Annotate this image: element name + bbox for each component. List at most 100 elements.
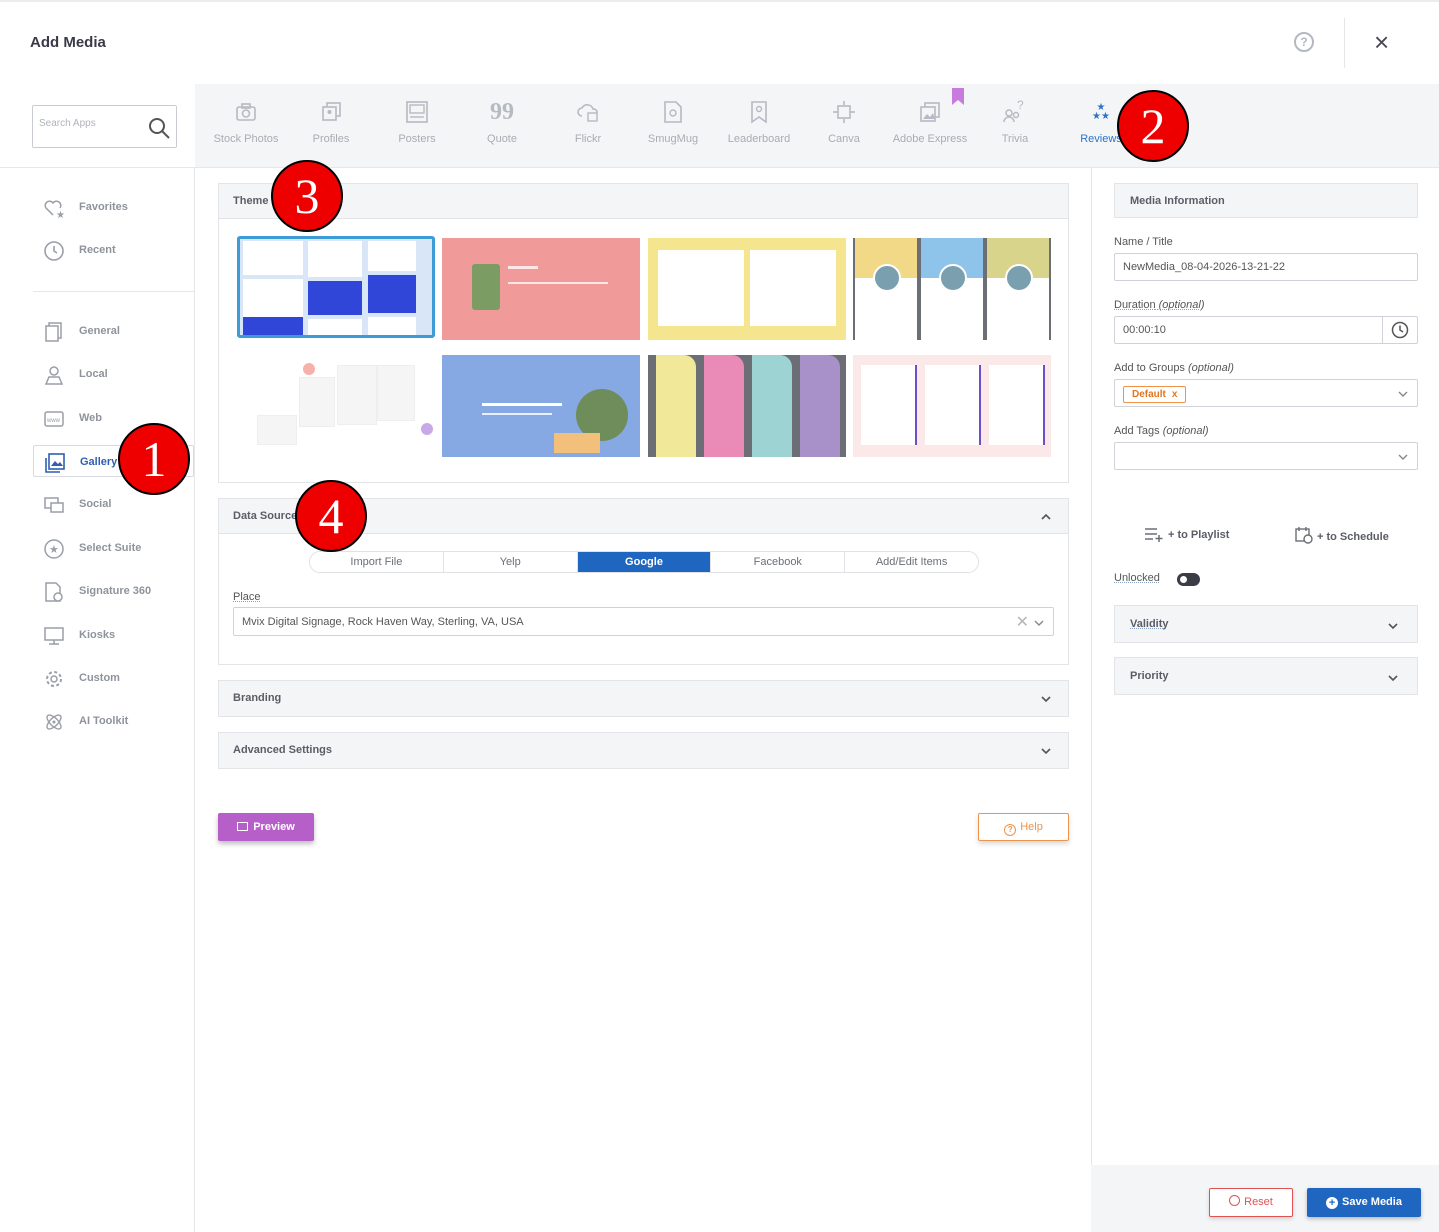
add-to-playlist-button[interactable]: + to Playlist bbox=[1144, 526, 1229, 542]
theme-thumbnail-5[interactable] bbox=[237, 355, 435, 457]
priority-accordion[interactable]: Priority bbox=[1114, 657, 1418, 695]
app-label: Adobe Express bbox=[892, 133, 968, 145]
app-label: Flickr bbox=[574, 133, 602, 145]
tab-import-file[interactable]: Import File bbox=[310, 552, 444, 572]
validity-accordion[interactable]: Validity bbox=[1114, 605, 1418, 643]
tags-label-text: Add Tags bbox=[1114, 425, 1160, 437]
plus-circle-icon: + bbox=[1326, 1197, 1339, 1209]
sidebar-item-social[interactable]: Social bbox=[33, 488, 194, 520]
place-select[interactable]: Mvix Digital Signage, Rock Haven Way, St… bbox=[233, 607, 1054, 636]
header-divider bbox=[1344, 18, 1345, 68]
gallery-icon bbox=[45, 453, 65, 473]
app-leaderboard[interactable]: Leaderboard bbox=[719, 97, 799, 145]
sidebar-item-local[interactable]: Local bbox=[33, 358, 194, 390]
tab-google[interactable]: Google bbox=[577, 552, 712, 572]
theme-thumbnail-3[interactable] bbox=[648, 238, 846, 340]
close-icon[interactable]: × bbox=[1374, 29, 1389, 55]
app-stock-photos[interactable]: Stock Photos bbox=[206, 97, 286, 145]
unlocked-label: Unlocked bbox=[1114, 572, 1160, 584]
sidebar-item-select-suite[interactable]: ★ Select Suite bbox=[33, 532, 194, 564]
chevron-down-icon[interactable] bbox=[1397, 388, 1409, 400]
app-profiles[interactable]: Profiles bbox=[291, 97, 371, 145]
svg-text:★: ★ bbox=[49, 544, 59, 556]
duration-picker[interactable] bbox=[1382, 317, 1417, 343]
remove-tag-icon[interactable]: x bbox=[1172, 389, 1178, 400]
reset-button[interactable]: Reset bbox=[1209, 1188, 1293, 1217]
app-smugmug[interactable]: SmugMug bbox=[633, 97, 713, 145]
leaderboard-icon bbox=[751, 101, 767, 124]
duration-value: 00:00:10 bbox=[1123, 324, 1166, 336]
kiosk-icon bbox=[44, 627, 64, 645]
posters-icon bbox=[406, 101, 428, 123]
search-box[interactable] bbox=[32, 105, 177, 148]
groups-select[interactable]: Default x bbox=[1114, 379, 1418, 407]
svg-text:★: ★ bbox=[56, 210, 65, 219]
chevron-down-icon[interactable] bbox=[1040, 745, 1052, 757]
group-tag: Default x bbox=[1123, 386, 1187, 403]
media-info-panel: Media Information Name / Title NewMedia_… bbox=[1091, 168, 1439, 1232]
smugmug-icon bbox=[664, 101, 682, 123]
clock-icon bbox=[44, 241, 64, 261]
advanced-settings-panel[interactable]: Advanced Settings bbox=[218, 732, 1069, 769]
groups-label: Add to Groups (optional) bbox=[1114, 362, 1234, 374]
optional-text: (optional) bbox=[1188, 362, 1234, 374]
help-button[interactable]: ? Help bbox=[978, 813, 1069, 841]
duration-label-text: Duration bbox=[1114, 299, 1156, 311]
tags-select[interactable] bbox=[1114, 442, 1418, 470]
theme-thumbnail-1[interactable] bbox=[237, 236, 435, 338]
tags-label: Add Tags (optional) bbox=[1114, 425, 1209, 437]
social-icon bbox=[44, 497, 64, 513]
sidebar-item-general[interactable]: General bbox=[33, 315, 194, 347]
branding-panel[interactable]: Branding bbox=[218, 680, 1069, 717]
search-input[interactable] bbox=[39, 118, 139, 129]
data-source-tabs: Import File Yelp Google Facebook Add/Edi… bbox=[309, 551, 979, 573]
www-icon: www bbox=[44, 411, 64, 427]
tab-facebook[interactable]: Facebook bbox=[711, 552, 846, 572]
tab-yelp[interactable]: Yelp bbox=[444, 552, 578, 572]
duration-field[interactable]: 00:00:10 bbox=[1114, 316, 1418, 344]
schedule-label: + to Schedule bbox=[1317, 531, 1389, 543]
atom-icon bbox=[46, 714, 62, 730]
media-info-title: Media Information bbox=[1130, 195, 1225, 207]
bookmark-ribbon-icon bbox=[952, 88, 964, 105]
media-info-header: Media Information bbox=[1114, 183, 1418, 218]
groups-label-text: Add to Groups bbox=[1114, 362, 1185, 374]
preview-button[interactable]: Preview bbox=[218, 813, 314, 841]
name-label: Name / Title bbox=[1114, 236, 1173, 248]
sidebar-item-ai-toolkit[interactable]: AI Toolkit bbox=[33, 705, 194, 737]
theme-thumbnail-2[interactable] bbox=[442, 238, 640, 340]
app-canva[interactable]: Canva bbox=[804, 97, 884, 145]
app-quote[interactable]: 99 Quote bbox=[462, 97, 542, 146]
sidebar-item-label: Signature 360 bbox=[79, 585, 152, 597]
clear-icon[interactable]: ✕ bbox=[1016, 612, 1029, 632]
theme-thumbnail-6[interactable] bbox=[442, 355, 640, 457]
unlocked-toggle[interactable] bbox=[1177, 573, 1200, 586]
app-label: Profiles bbox=[312, 133, 350, 145]
theme-header[interactable]: Theme bbox=[219, 184, 1068, 219]
advanced-settings-header[interactable]: Advanced Settings bbox=[219, 733, 1068, 768]
sidebar-item-custom[interactable]: Custom bbox=[33, 662, 194, 694]
help-icon[interactable]: ? bbox=[1294, 32, 1314, 52]
theme-thumbnail-8[interactable] bbox=[853, 355, 1051, 457]
theme-thumbnail-7[interactable] bbox=[648, 355, 846, 457]
tab-add-edit-items[interactable]: Add/Edit Items bbox=[845, 552, 978, 572]
sidebar-item-kiosks[interactable]: Kiosks bbox=[33, 619, 194, 651]
chevron-down-icon[interactable] bbox=[1040, 693, 1052, 705]
sidebar-item-signature-360[interactable]: Signature 360 bbox=[33, 575, 194, 607]
app-flickr[interactable]: Flickr bbox=[548, 97, 628, 145]
annotation-marker-4: 4 bbox=[295, 480, 367, 552]
app-posters[interactable]: Posters bbox=[377, 97, 457, 145]
add-to-schedule-button[interactable]: + to Schedule bbox=[1295, 526, 1389, 544]
chevron-down-icon[interactable] bbox=[1397, 451, 1409, 463]
sidebar-item-recent[interactable]: Recent bbox=[33, 234, 194, 266]
branding-header[interactable]: Branding bbox=[219, 681, 1068, 716]
save-media-button[interactable]: + Save Media bbox=[1307, 1188, 1421, 1217]
chevron-down-icon[interactable] bbox=[1033, 617, 1045, 629]
gear-icon bbox=[46, 671, 62, 687]
chevron-up-icon[interactable] bbox=[1040, 511, 1052, 523]
theme-thumbnail-4[interactable] bbox=[853, 238, 1051, 340]
app-trivia[interactable]: ? Trivia bbox=[975, 97, 1055, 145]
sidebar-item-favorites[interactable]: ★ Favorites bbox=[33, 191, 194, 223]
name-field[interactable]: NewMedia_08-04-2026-13-21-22 bbox=[1114, 253, 1418, 281]
search-icon[interactable] bbox=[147, 116, 171, 140]
